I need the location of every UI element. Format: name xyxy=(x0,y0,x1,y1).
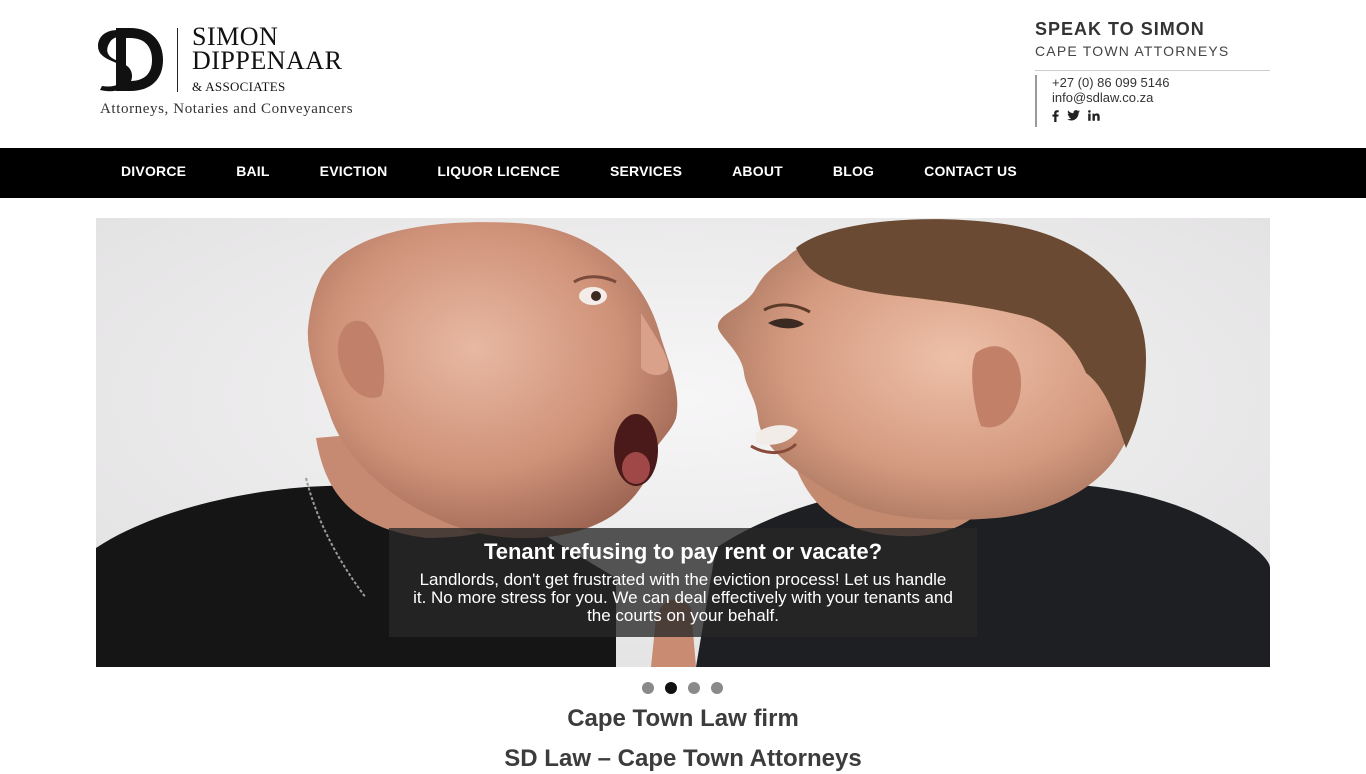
email-link[interactable]: info@sdlaw.co.za xyxy=(1052,90,1153,105)
contact-divider xyxy=(1035,70,1270,71)
nav-item-services[interactable]: SERVICES xyxy=(585,148,707,198)
slide-caption: Tenant refusing to pay rent or vacate? L… xyxy=(389,528,977,637)
site-logo[interactable]: SIMON DIPPENAAR & ASSOCIATES Attorneys, … xyxy=(96,24,366,124)
slider-dot-3[interactable] xyxy=(688,682,700,694)
facebook-icon[interactable] xyxy=(1052,109,1059,125)
contact-details: +27 (0) 86 099 5146 info@sdlaw.co.za xyxy=(1035,75,1270,127)
nav-item-eviction[interactable]: EVICTION xyxy=(295,148,413,198)
phone-number[interactable]: +27 (0) 86 099 5146 xyxy=(1052,75,1270,90)
twitter-icon[interactable] xyxy=(1067,110,1080,124)
logo-tagline: Attorneys, Notaries and Conveyancers xyxy=(100,101,354,117)
nav-item-about[interactable]: ABOUT xyxy=(707,148,808,198)
logo-divider xyxy=(177,28,178,92)
slider-dot-4[interactable] xyxy=(711,682,723,694)
linkedin-icon[interactable] xyxy=(1088,110,1100,124)
logo-name-associates: & ASSOCIATES xyxy=(192,79,286,94)
sd-monogram-logo xyxy=(98,28,163,92)
header-contact: SPEAK TO SIMON CAPE TOWN ATTORNEYS +27 (… xyxy=(1035,18,1270,127)
slide-caption-text: Landlords, don't get frustrated with the… xyxy=(413,570,953,625)
nav-item-contact-us[interactable]: CONTACT US xyxy=(899,148,1042,198)
social-links xyxy=(1052,109,1270,125)
slider-pagination xyxy=(642,682,723,694)
logo-name-dippenaar: DIPPENAAR xyxy=(192,46,343,75)
nav-item-divorce[interactable]: DIVORCE xyxy=(96,148,211,198)
nav-item-bail[interactable]: BAIL xyxy=(211,148,294,198)
nav-item-blog[interactable]: BLOG xyxy=(808,148,899,198)
nav-item-liquor-licence[interactable]: LIQUOR LICENCE xyxy=(412,148,585,198)
slider-dot-1[interactable] xyxy=(642,682,654,694)
contact-title: SPEAK TO SIMON xyxy=(1035,19,1205,39)
page-title: Cape Town Law firm xyxy=(567,705,799,732)
site-header: SIMON DIPPENAAR & ASSOCIATES Attorneys, … xyxy=(0,0,1366,148)
hero-slider[interactable]: Tenant refusing to pay rent or vacate? L… xyxy=(96,218,1270,667)
slider-dot-2[interactable] xyxy=(665,682,677,694)
contact-subtitle: CAPE TOWN ATTORNEYS xyxy=(1035,43,1230,59)
page-subtitle: SD Law – Cape Town Attorneys xyxy=(504,745,862,772)
slide-caption-title: Tenant refusing to pay rent or vacate? xyxy=(483,539,883,564)
main-navigation: DIVORCE BAIL EVICTION LIQUOR LICENCE SER… xyxy=(0,148,1366,198)
